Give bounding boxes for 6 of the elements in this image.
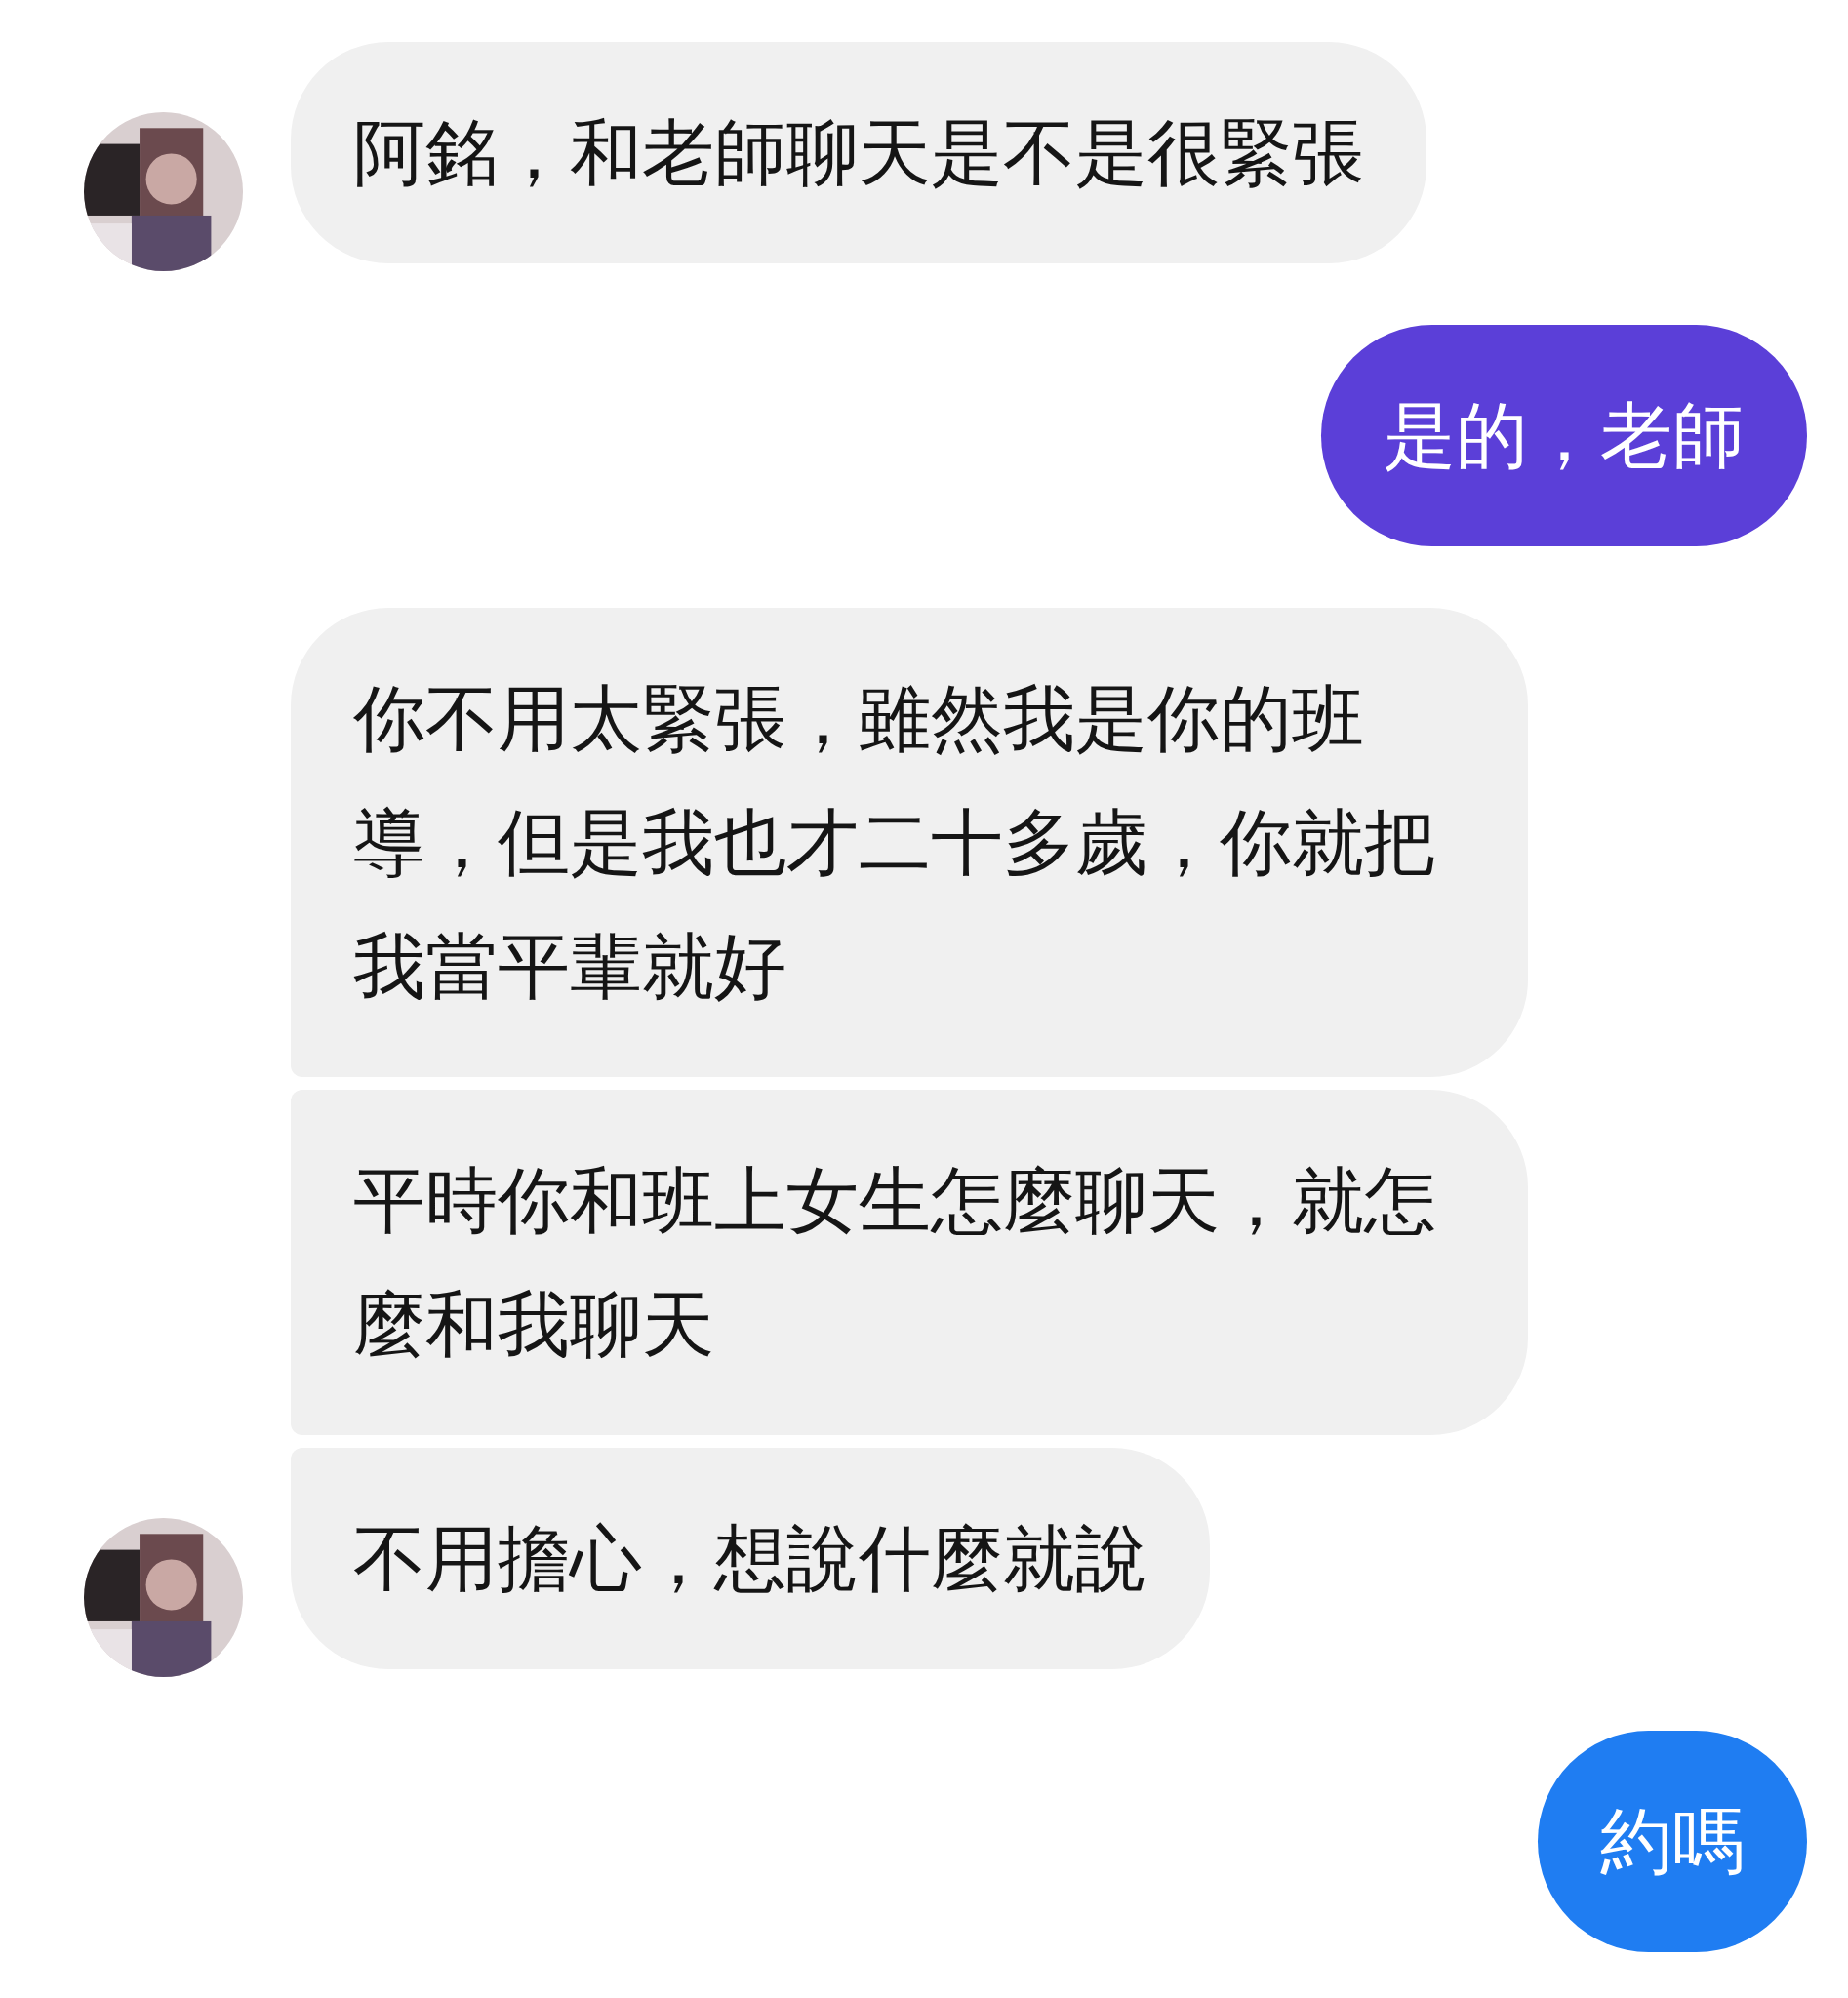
message-bubble: 平時你和班上女生怎麼聊天，就怎麼和我聊天 (291, 1090, 1528, 1435)
message-bubble: 你不用太緊張，雖然我是你的班導，但是我也才二十多歲，你就把我當平輩就好 (291, 608, 1528, 1077)
message-bubble: 不用擔心，想說什麼就說 (291, 1448, 1210, 1669)
message-bubble: 是的，老師 (1321, 325, 1807, 546)
message-bubble: 約嗎 (1538, 1731, 1807, 1952)
message-bubble: 阿銘，和老師聊天是不是很緊張 (291, 42, 1426, 263)
